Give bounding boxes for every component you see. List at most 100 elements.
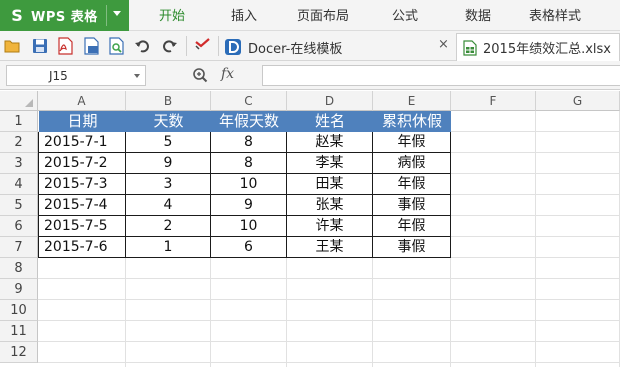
- table-cell[interactable]: 2015-7-4: [38, 195, 126, 216]
- open-icon[interactable]: [4, 37, 22, 55]
- redo-icon[interactable]: [160, 37, 178, 55]
- save-icon[interactable]: [31, 37, 49, 55]
- gridline: [38, 299, 620, 300]
- table-cell[interactable]: 2015-7-2: [38, 153, 126, 174]
- formula-input[interactable]: [262, 65, 620, 86]
- table-cell[interactable]: 8: [211, 132, 287, 153]
- table-cell[interactable]: 4: [126, 195, 211, 216]
- row-header-8[interactable]: 8: [0, 258, 38, 279]
- table-cell[interactable]: 许某: [287, 216, 373, 237]
- table-cell[interactable]: 王某: [287, 237, 373, 258]
- app-menu-divider: [106, 5, 107, 26]
- app-menu-button[interactable]: S WPS 表格: [0, 0, 129, 31]
- tab-data[interactable]: 数据: [465, 0, 491, 31]
- gridline: [535, 111, 536, 367]
- row-header-4[interactable]: 4: [0, 174, 38, 195]
- table-cell[interactable]: 李某: [287, 153, 373, 174]
- row-header-2[interactable]: 2: [0, 132, 38, 153]
- table-cell[interactable]: 6: [211, 237, 287, 258]
- table-cell[interactable]: 年假: [373, 216, 451, 237]
- table-cell[interactable]: 年假: [373, 132, 451, 153]
- toolbar-divider: [186, 36, 187, 56]
- row-header-7[interactable]: 7: [0, 237, 38, 258]
- table-header-accumulated-leave[interactable]: 累积休假: [373, 111, 451, 132]
- table-cell[interactable]: 2: [126, 216, 211, 237]
- export-pdf-icon[interactable]: [56, 37, 74, 55]
- tab-table-style[interactable]: 表格样式: [529, 0, 581, 31]
- row-header-6[interactable]: 6: [0, 216, 38, 237]
- table-header-name[interactable]: 姓名: [287, 111, 373, 132]
- name-box[interactable]: J15: [6, 65, 146, 86]
- table-cell[interactable]: 8: [211, 153, 287, 174]
- worksheet-grid[interactable]: A B C D E F G 1 2 3 4 5 6 7 8 9 10 11 12…: [0, 91, 620, 367]
- tab-formulas[interactable]: 公式: [392, 0, 418, 31]
- table-cell[interactable]: 病假: [373, 153, 451, 174]
- tab-insert[interactable]: 插入: [231, 0, 257, 31]
- formula-bar: J15 fx: [0, 61, 620, 90]
- wps-logo-icon: S: [11, 6, 23, 25]
- column-header-d[interactable]: D: [287, 91, 373, 111]
- gridline: [38, 320, 620, 321]
- table-cell[interactable]: 9: [211, 195, 287, 216]
- table-cell[interactable]: 2015-7-3: [38, 174, 126, 195]
- tab-workbook-file[interactable]: 2015年绩效汇总.xlsx: [456, 33, 620, 61]
- table-cell[interactable]: 3: [126, 174, 211, 195]
- row-header-10[interactable]: 10: [0, 300, 38, 321]
- docer-icon: [225, 39, 241, 55]
- quick-toolbar: Docer-在线模板 × 2015年绩效汇总.xlsx: [0, 31, 620, 61]
- file-tab-label: 2015年绩效汇总.xlsx: [483, 42, 611, 57]
- table-cell[interactable]: 事假: [373, 195, 451, 216]
- docer-tab-label: Docer-在线模板: [248, 41, 343, 57]
- column-header-a[interactable]: A: [38, 91, 126, 111]
- table-header-annual-leave-days[interactable]: 年假天数: [211, 111, 287, 132]
- row-header-9[interactable]: 9: [0, 279, 38, 300]
- tab-home[interactable]: 开始: [159, 0, 185, 31]
- row-header-1[interactable]: 1: [0, 111, 38, 132]
- table-cell[interactable]: 赵某: [287, 132, 373, 153]
- close-icon[interactable]: ×: [438, 37, 449, 52]
- column-header-g[interactable]: G: [536, 91, 620, 111]
- tab-docer-templates[interactable]: Docer-在线模板: [222, 33, 454, 61]
- insert-function-button[interactable]: fx: [221, 66, 234, 82]
- gridline: [38, 362, 620, 363]
- row-header-11[interactable]: 11: [0, 321, 38, 342]
- spreadsheet-file-icon: [463, 39, 477, 56]
- table-cell[interactable]: 10: [211, 174, 287, 195]
- tab-page-layout[interactable]: 页面布局: [297, 0, 349, 31]
- column-header-e[interactable]: E: [373, 91, 451, 111]
- table-cell[interactable]: 2015-7-1: [38, 132, 126, 153]
- table-cell[interactable]: 田某: [287, 174, 373, 195]
- app-title: WPS 表格: [31, 10, 98, 25]
- column-header-b[interactable]: B: [126, 91, 211, 111]
- column-header-f[interactable]: F: [451, 91, 536, 111]
- table-cell[interactable]: 张某: [287, 195, 373, 216]
- row-header-3[interactable]: 3: [0, 153, 38, 174]
- table-cell[interactable]: 9: [126, 153, 211, 174]
- chevron-down-icon[interactable]: [134, 74, 140, 78]
- chevron-down-icon[interactable]: [113, 11, 121, 16]
- table-cell[interactable]: 事假: [373, 237, 451, 258]
- row-header-12[interactable]: 12: [0, 342, 38, 363]
- column-header-c[interactable]: C: [211, 91, 287, 111]
- table-cell[interactable]: 2015-7-6: [38, 237, 126, 258]
- table-header-date[interactable]: 日期: [39, 111, 126, 132]
- table-cell[interactable]: 1: [126, 237, 211, 258]
- zoom-search-icon[interactable]: [192, 67, 208, 83]
- format-painter-icon[interactable]: [193, 37, 211, 55]
- select-all-corner[interactable]: [0, 91, 38, 111]
- table-cell[interactable]: 5: [126, 132, 211, 153]
- print-icon[interactable]: [82, 37, 100, 55]
- table-header-days[interactable]: 天数: [126, 111, 211, 132]
- table-cell[interactable]: 年假: [373, 174, 451, 195]
- select-all-triangle: [25, 99, 33, 107]
- table-cell[interactable]: 10: [211, 216, 287, 237]
- table-cell[interactable]: 2015-7-5: [38, 216, 126, 237]
- undo-icon[interactable]: [134, 37, 152, 55]
- name-box-value: J15: [49, 69, 68, 83]
- print-preview-icon[interactable]: [107, 37, 125, 55]
- menu-bar: S WPS 表格 开始 插入 页面布局 公式 数据 表格样式: [0, 0, 620, 31]
- row-header-5[interactable]: 5: [0, 195, 38, 216]
- gridline: [38, 278, 620, 279]
- gridline: [38, 341, 620, 342]
- toolbar-divider: [218, 36, 219, 56]
